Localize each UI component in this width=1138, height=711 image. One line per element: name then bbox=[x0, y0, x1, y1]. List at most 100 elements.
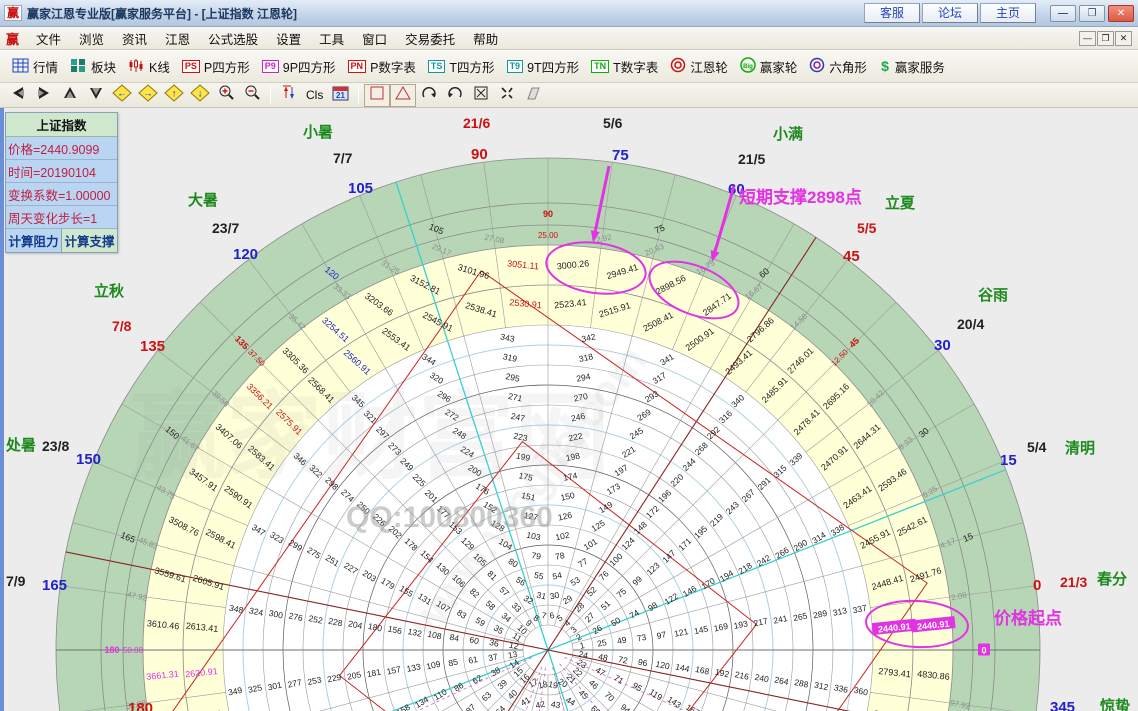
badge-icon: TS bbox=[428, 60, 446, 73]
toolbar-separator bbox=[270, 86, 271, 104]
kline-icon bbox=[128, 58, 145, 76]
toolbar-item-P数字表[interactable]: PNP数字表 bbox=[342, 54, 422, 79]
outer-label-大暑: 大暑 bbox=[188, 191, 218, 209]
mdi-close-button[interactable]: ✕ bbox=[1115, 31, 1132, 46]
square-icon[interactable] bbox=[365, 85, 389, 106]
menu-item-江恩[interactable]: 江恩 bbox=[156, 26, 199, 51]
menu-item-帮助[interactable]: 帮助 bbox=[464, 26, 507, 51]
toolbar-item-行情[interactable]: 行情 bbox=[6, 54, 64, 79]
menu-item-文件[interactable]: 文件 bbox=[27, 26, 70, 51]
menu-item-设置[interactable]: 设置 bbox=[267, 26, 310, 51]
toolbar-item-K线[interactable]: K线 bbox=[122, 54, 176, 79]
mdi-restore-button[interactable]: ❐ bbox=[1097, 31, 1114, 46]
toolbar-item-label: 六角形 bbox=[829, 57, 867, 76]
toolbar-item-板块[interactable]: 板块 bbox=[64, 54, 122, 79]
diamond-right-icon[interactable]: → bbox=[136, 85, 160, 106]
gann-wheel[interactable]: 1234567891011121314151617181920212223242… bbox=[0, 108, 1138, 711]
outer-label-135: 135 bbox=[140, 338, 165, 355]
toolbar-item-T四方形[interactable]: TST四方形 bbox=[422, 54, 501, 79]
toolbar-item-9T四方形[interactable]: T99T四方形 bbox=[501, 54, 586, 79]
zoom-in-icon bbox=[217, 84, 235, 106]
quick-button-客服[interactable]: 客服 bbox=[864, 3, 920, 23]
diamond-right-icon: → bbox=[138, 84, 158, 107]
diamond-left-icon: ← bbox=[112, 84, 132, 107]
calendar-icon: 21 bbox=[332, 85, 349, 106]
mdi-window-buttons: —❐✕ bbox=[1079, 31, 1134, 46]
outer-label-30: 30 bbox=[934, 337, 951, 354]
diamond-up-icon: ↑ bbox=[164, 84, 184, 107]
window-title: 赢家江恩专业版[赢家服务平台] - [上证指数 江恩轮] bbox=[27, 5, 864, 22]
tri-up-icon[interactable] bbox=[58, 85, 82, 106]
updown-icon[interactable] bbox=[277, 85, 301, 106]
outer-label-21/6: 21/6 bbox=[463, 115, 490, 131]
quick-button-论坛[interactable]: 论坛 bbox=[922, 3, 978, 23]
arc-cw-icon[interactable] bbox=[417, 85, 441, 106]
svg-text:←: ← bbox=[117, 88, 127, 99]
toolbar-item-label: T数字表 bbox=[613, 57, 658, 76]
outer-label-7/9: 7/9 bbox=[6, 573, 26, 589]
menu-item-浏览[interactable]: 浏览 bbox=[70, 26, 113, 51]
outer-label-春分: 春分 bbox=[1097, 570, 1127, 588]
arc-ccw-icon[interactable] bbox=[443, 85, 467, 106]
panel-row-2: 变换系数=1.00000 bbox=[6, 183, 117, 206]
toolbar-item-label: 赢家服务 bbox=[895, 57, 945, 76]
menu-item-资讯[interactable]: 资讯 bbox=[113, 26, 156, 51]
diamond-down-icon[interactable]: ↓ bbox=[188, 85, 212, 106]
svg-text:Big: Big bbox=[743, 64, 753, 70]
toolbar-separator bbox=[358, 86, 359, 104]
cls-button[interactable]: Cls bbox=[303, 88, 326, 102]
toolbar-item-9P四方形[interactable]: P99P四方形 bbox=[256, 54, 342, 79]
flag-icon[interactable] bbox=[521, 85, 545, 106]
outer-label-7/8: 7/8 bbox=[112, 318, 132, 334]
svg-text:$: $ bbox=[881, 58, 889, 73]
diamond-down-icon: ↓ bbox=[190, 84, 210, 107]
square-icon bbox=[369, 85, 386, 106]
minimize-button[interactable]: — bbox=[1050, 5, 1076, 22]
outer-label-120: 120 bbox=[233, 246, 258, 263]
mdi-minimize-button[interactable]: — bbox=[1079, 31, 1096, 46]
menu-item-公式选股[interactable]: 公式选股 bbox=[199, 26, 267, 51]
box-x-icon[interactable] bbox=[469, 85, 493, 106]
panel-button-计算支撑[interactable]: 计算支撑 bbox=[62, 229, 117, 252]
menu-item-窗口[interactable]: 窗口 bbox=[353, 26, 396, 51]
tri-right-icon[interactable] bbox=[32, 85, 56, 106]
toolbar-item-label: 江恩轮 bbox=[690, 57, 728, 76]
flag-icon bbox=[524, 85, 542, 106]
workspace: 1234567891011121314151617181920212223242… bbox=[0, 108, 1138, 711]
title-bar: 赢 赢家江恩专业版[赢家服务平台] - [上证指数 江恩轮] 客服论坛主页 — … bbox=[0, 0, 1138, 27]
toolbar-item-label: K线 bbox=[149, 57, 170, 76]
crosshair-icon[interactable] bbox=[495, 85, 519, 106]
close-button[interactable]: ✕ bbox=[1108, 5, 1134, 22]
tri-left-icon bbox=[9, 85, 27, 106]
triangle-icon[interactable] bbox=[391, 85, 415, 106]
toolbar-item-label: 9T四方形 bbox=[527, 57, 579, 76]
menu-items: 文件浏览资讯江恩公式选股设置工具窗口交易委托帮助 bbox=[27, 26, 507, 51]
outer-label-15: 15 bbox=[1000, 452, 1017, 469]
crosshair-icon bbox=[499, 85, 516, 106]
toolbar-item-江恩轮[interactable]: 江恩轮 bbox=[664, 54, 734, 79]
toolbar-item-六角形[interactable]: 六角形 bbox=[803, 54, 873, 79]
menu-item-交易委托[interactable]: 交易委托 bbox=[396, 26, 464, 51]
zoom-in-icon[interactable] bbox=[214, 85, 238, 106]
quick-button-主页[interactable]: 主页 bbox=[980, 3, 1036, 23]
svg-text:90: 90 bbox=[543, 209, 553, 219]
outer-label-21/5: 21/5 bbox=[738, 151, 765, 167]
restore-button[interactable]: ❐ bbox=[1079, 5, 1105, 22]
toolbar-item-赢家轮[interactable]: Big赢家轮 bbox=[734, 54, 804, 79]
toolbar-item-P四方形[interactable]: PSP四方形 bbox=[176, 54, 256, 79]
toolbar-item-赢家服务[interactable]: $ 赢家服务 bbox=[873, 54, 951, 79]
app-logo: 赢 bbox=[4, 5, 22, 21]
menu-item-工具[interactable]: 工具 bbox=[310, 26, 353, 51]
panel-row-3: 周天变化步长=1 bbox=[6, 206, 117, 229]
diamond-up-icon[interactable]: ↑ bbox=[162, 85, 186, 106]
tri-down-icon[interactable] bbox=[84, 85, 108, 106]
zoom-out-icon[interactable] bbox=[240, 85, 264, 106]
toolbar-item-T数字表[interactable]: TNT数字表 bbox=[585, 54, 664, 79]
calendar-icon[interactable]: 21 bbox=[328, 85, 352, 106]
tri-down-icon bbox=[87, 85, 105, 106]
outer-label-23/7: 23/7 bbox=[212, 220, 239, 236]
tri-left-icon[interactable] bbox=[6, 85, 30, 106]
diamond-left-icon[interactable]: ← bbox=[110, 85, 134, 106]
panel-button-计算阻力[interactable]: 计算阻力 bbox=[6, 229, 62, 252]
outer-label-345: 345 bbox=[1050, 699, 1075, 711]
